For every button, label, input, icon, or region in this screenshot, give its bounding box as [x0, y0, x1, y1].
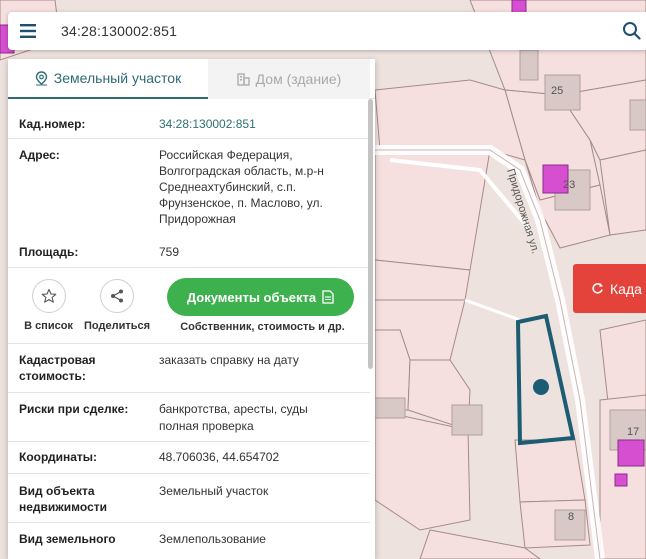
- documents-button-label: Документы объекта: [186, 289, 317, 305]
- divider: [8, 343, 370, 344]
- add-to-list-action[interactable]: В список: [20, 279, 77, 332]
- row-object-type: Вид объекта недвижимости Земельный участ…: [19, 483, 364, 515]
- row-risks: Риски при сделке: банкротства, аресты, с…: [19, 401, 364, 433]
- house-number-8: 8: [568, 511, 574, 523]
- hamburger-menu-icon: [20, 24, 36, 38]
- risks-value: банкротства, аресты, суды: [159, 402, 308, 416]
- coordinates-label: Координаты:: [19, 450, 98, 464]
- add-to-list-label: В список: [24, 320, 73, 332]
- row-address: Адрес: Российская Федерация, Волгоградск…: [19, 147, 364, 227]
- divider: [8, 267, 370, 268]
- document-icon: [322, 290, 334, 304]
- risks-label: Риски при сделке:: [19, 402, 129, 416]
- divider: [8, 522, 370, 523]
- divider: [8, 138, 370, 139]
- share-icon: [111, 289, 123, 303]
- object-type-value: Земельный участок: [159, 484, 269, 498]
- search-input[interactable]: 34:28:130002:851: [61, 23, 177, 39]
- add-to-list-button[interactable]: [31, 279, 66, 313]
- house-number-17: 17: [627, 426, 639, 438]
- house-number-23: 23: [563, 179, 575, 191]
- map-pin-icon: [35, 70, 47, 85]
- divider: [8, 473, 370, 474]
- documents-subtitle: Собственник, стоимость и др.: [180, 321, 345, 333]
- building-icon: [237, 72, 250, 86]
- object-info-panel: Земельный участок Дом (здание) Кад.номер…: [8, 59, 375, 559]
- share-label: Поделиться: [84, 320, 151, 332]
- cadastral-number-value[interactable]: 34:28:130002:851: [159, 116, 359, 132]
- coordinates-value: 48.706036, 44.654702: [159, 450, 280, 464]
- address-value: Российская Федерация, Волгоградская обла…: [159, 148, 324, 226]
- row-cadastral-value: Кадастровая стоимость: заказать справку …: [19, 352, 364, 384]
- divider: [8, 392, 370, 393]
- tab-building[interactable]: Дом (здание): [208, 59, 370, 99]
- order-certificate-link[interactable]: заказать справку на дату: [159, 352, 359, 368]
- divider: [8, 441, 370, 442]
- row-land-use: Вид земельного Землепользование: [19, 531, 364, 547]
- documents-button[interactable]: Документы объекта: [167, 278, 354, 316]
- land-use-label: Вид земельного: [19, 532, 116, 546]
- search-icon[interactable]: [622, 21, 642, 41]
- refresh-icon: [592, 283, 603, 294]
- area-label: Площадь:: [19, 245, 79, 259]
- share-action[interactable]: Поделиться: [84, 279, 150, 332]
- share-button[interactable]: [100, 279, 134, 313]
- cadastral-map-button[interactable]: Када: [573, 264, 646, 313]
- star-icon: [41, 288, 56, 303]
- panel-scrollbar-thumb[interactable]: [368, 99, 373, 369]
- tab-land-plot-label: Земельный участок: [53, 70, 182, 86]
- object-type-label: Вид объекта недвижимости: [19, 484, 107, 514]
- menu-button[interactable]: [8, 12, 48, 50]
- cadastral-value-label: Кадастровая стоимость:: [19, 353, 96, 383]
- cadastral-map-button-label: Када: [610, 280, 642, 297]
- tab-land-plot[interactable]: Земельный участок: [8, 59, 208, 99]
- house-number-25: 25: [551, 85, 563, 97]
- row-coordinates: Координаты: 48.706036, 44.654702: [19, 449, 364, 465]
- address-label: Адрес:: [19, 148, 60, 162]
- panel-tabs: Земельный участок Дом (здание): [8, 59, 375, 99]
- row-cadastral-number: Кад.номер: 34:28:130002:851: [19, 116, 364, 132]
- land-use-value: Землепользование: [159, 532, 266, 546]
- full-check-link[interactable]: полная проверка: [159, 418, 359, 434]
- search-bar: 34:28:130002:851: [8, 12, 646, 50]
- row-area: Площадь: 759: [19, 244, 364, 260]
- cadastral-number-label: Кад.номер:: [19, 117, 86, 131]
- tab-building-label: Дом (здание): [255, 71, 342, 87]
- area-value: 759: [159, 245, 180, 259]
